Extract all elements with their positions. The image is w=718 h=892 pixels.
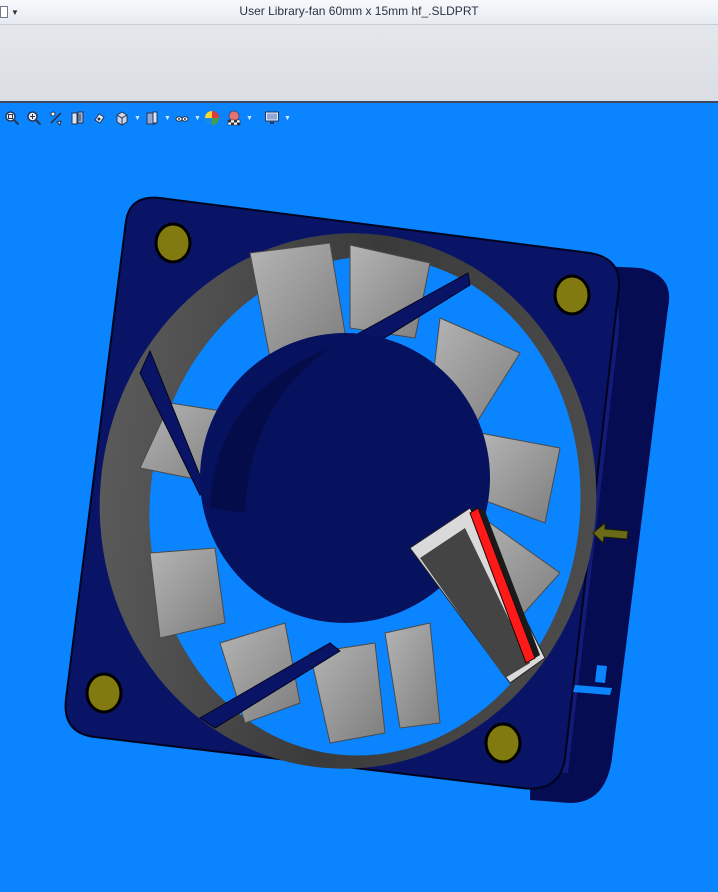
mount-hole-top-left	[154, 222, 192, 264]
fan-3d-model[interactable]	[0, 103, 718, 892]
mount-hole-bottom-right	[484, 722, 522, 764]
graphics-area[interactable]: ▼ ▼ ▼ ▼ ▼	[0, 103, 718, 892]
mount-hole-bottom-left	[85, 672, 123, 714]
window-title: User Library-fan 60mm x 15mm hf_.SLDPRT	[239, 4, 479, 18]
frame-notch	[595, 665, 607, 683]
command-manager-ribbon	[0, 25, 718, 102]
mount-hole-top-right	[553, 274, 591, 316]
solidworks-window: ▼ User Library-fan 60mm x 15mm hf_.SLDPR…	[0, 0, 718, 892]
title-bar: ▼ User Library-fan 60mm x 15mm hf_.SLDPR…	[0, 0, 718, 25]
